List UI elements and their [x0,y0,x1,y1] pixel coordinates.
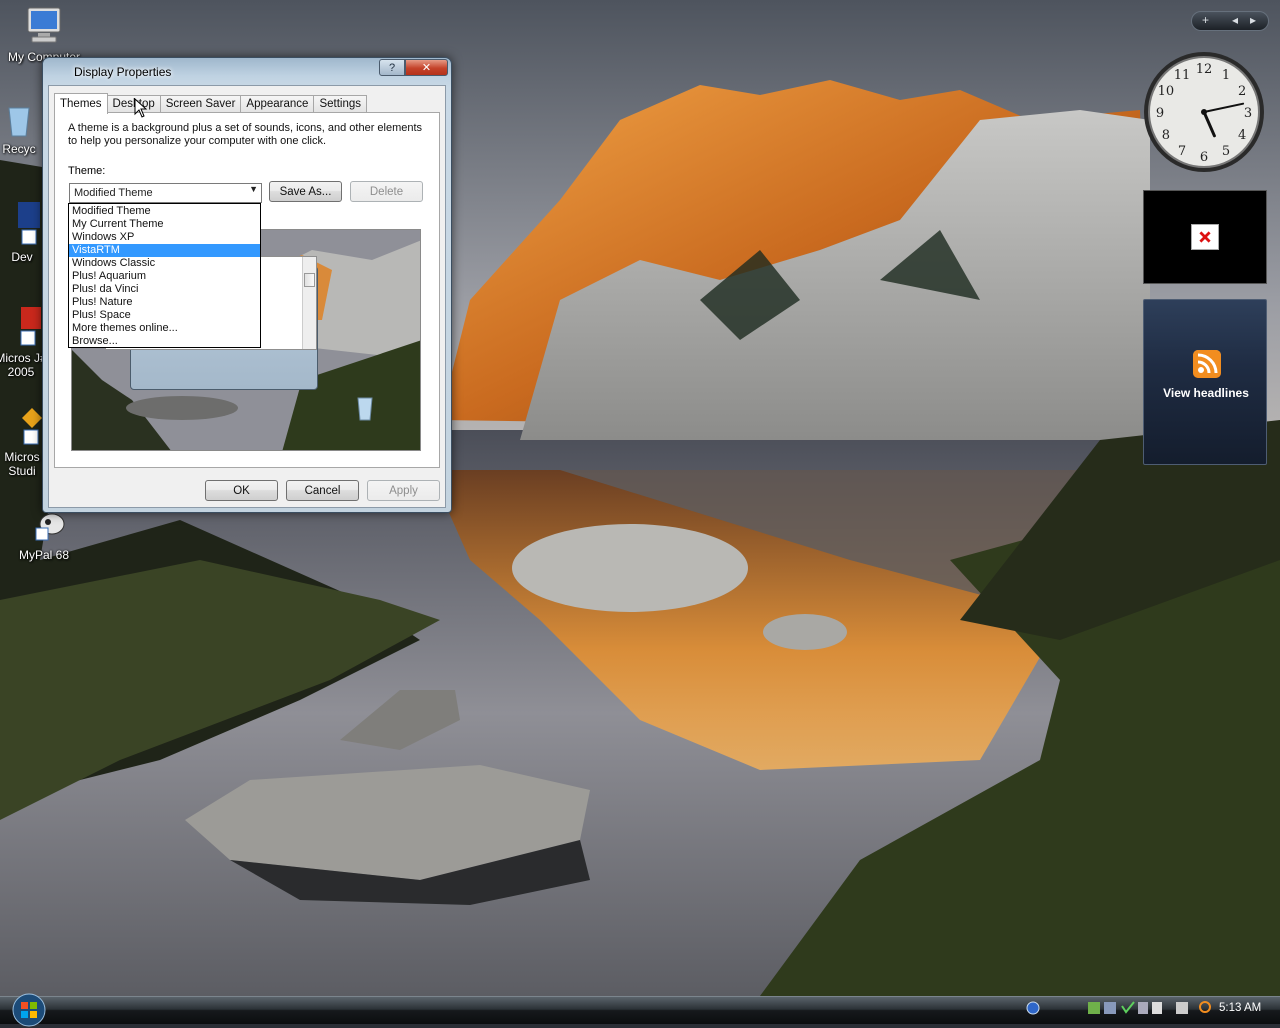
computer-icon [27,7,61,43]
close-button[interactable]: ✕ [405,59,448,76]
theme-option-windows-xp[interactable]: Windows XP [69,231,260,244]
clock-number: 11 [1174,68,1191,83]
theme-option-plus-aquarium[interactable]: Plus! Aquarium [69,270,260,283]
security-tray-icon[interactable] [1121,1001,1135,1014]
connection-tray-icon[interactable] [1104,1002,1116,1014]
clock-number: 3 [1244,106,1252,121]
clock-number: 2 [1238,84,1246,99]
clock-number: 6 [1200,150,1208,165]
clock-number: 12 [1196,62,1213,77]
image-gadget[interactable] [1143,190,1267,284]
theme-select[interactable]: Modified Theme ▼ [69,183,262,203]
recycle-bin-icon [8,107,30,137]
clock-number: 9 [1156,106,1164,121]
desktop-icon-my-computer[interactable]: My Computer [6,4,82,64]
help-tray-icon[interactable] [1026,1001,1040,1015]
application-icon [22,408,42,445]
theme-option-windows-classic[interactable]: Windows Classic [69,257,260,270]
theme-description: A theme is a background plus a set of so… [68,122,423,147]
delete-button[interactable]: Delete [350,181,423,202]
mypal-icon [35,513,65,541]
desktop-icon-mypal[interactable]: MyPal 68 [6,510,82,562]
theme-option-browse[interactable]: Browse... [69,335,260,348]
theme-option-more-online[interactable]: More themes online... [69,322,260,335]
theme-select-value: Modified Theme [74,187,153,199]
ok-button[interactable]: OK [205,480,278,501]
display-properties-dialog: Display Properties ? ✕ Themes Desktop Sc… [42,57,452,513]
rss-feed-icon [1193,350,1221,378]
application-icon [20,307,41,346]
theme-option-plus-da-vinci[interactable]: Plus! da Vinci [69,283,260,296]
clock-number: 5 [1222,144,1230,159]
theme-option-my-current[interactable]: My Current Theme [69,218,260,231]
language-tray-icon[interactable] [1176,1002,1188,1014]
theme-option-plus-nature[interactable]: Plus! Nature [69,296,260,309]
feed-headlines-gadget[interactable]: View headlines [1143,299,1267,465]
taskbar-clock[interactable]: 5:13 AM [1219,1002,1261,1014]
broken-image-icon [1191,224,1219,250]
cancel-button[interactable]: Cancel [286,480,359,501]
add-gadget-button[interactable]: + [1202,13,1209,27]
clock-number: 1 [1222,68,1230,83]
clock-number: 7 [1178,144,1186,159]
application-icon [18,202,40,245]
device-tray-icon[interactable] [1138,1002,1148,1014]
save-as-button[interactable]: Save As... [269,181,342,202]
help-button[interactable]: ? [379,59,405,76]
theme-option-vistartm[interactable]: VistaRTM [69,244,260,257]
clock-number: 10 [1158,84,1175,99]
theme-label: Theme: [68,165,106,177]
theme-option-plus-space[interactable]: Plus! Space [69,309,260,322]
mouse-cursor-icon [134,98,148,118]
dialog-title: Display Properties [74,65,172,79]
clock-number: 4 [1238,128,1246,143]
preview-scrollbar [302,257,316,349]
tab-settings[interactable]: Settings [313,95,368,113]
view-headlines-label[interactable]: View headlines [1144,386,1268,400]
tab-appearance[interactable]: Appearance [240,95,315,113]
desktop-icon-label: Recyc [2,142,36,156]
theme-option-modified[interactable]: Modified Theme [69,205,260,218]
start-button[interactable] [9,992,49,1028]
apply-button[interactable]: Apply [367,480,440,501]
network-tray-icon[interactable] [1088,1002,1100,1014]
chevron-down-icon[interactable]: ▼ [249,184,258,194]
theme-dropdown-list[interactable]: Modified Theme My Current Theme Windows … [68,203,261,348]
desktop-icon-recycle-bin[interactable]: Recyc [0,100,44,156]
tab-strip: Themes Desktop Screen Saver Appearance S… [54,93,368,114]
tab-themes[interactable]: Themes [54,93,108,114]
next-page-button[interactable]: ▸ [1250,13,1256,27]
search-tray-icon[interactable] [1199,1001,1211,1013]
clock-number: 8 [1162,128,1170,143]
tab-screen-saver[interactable]: Screen Saver [159,95,242,113]
volume-tray-icon[interactable] [1152,1002,1162,1014]
previous-page-button[interactable]: ◂ [1232,13,1238,27]
preview-scrollbar-thumb [304,273,315,287]
clock-gadget[interactable]: 12 12 3 45678 9 1011 [1141,48,1267,176]
sidebar-controls: + ◂ ▸ [1191,11,1269,31]
desktop-icon-label: MyPal 68 [18,548,70,562]
